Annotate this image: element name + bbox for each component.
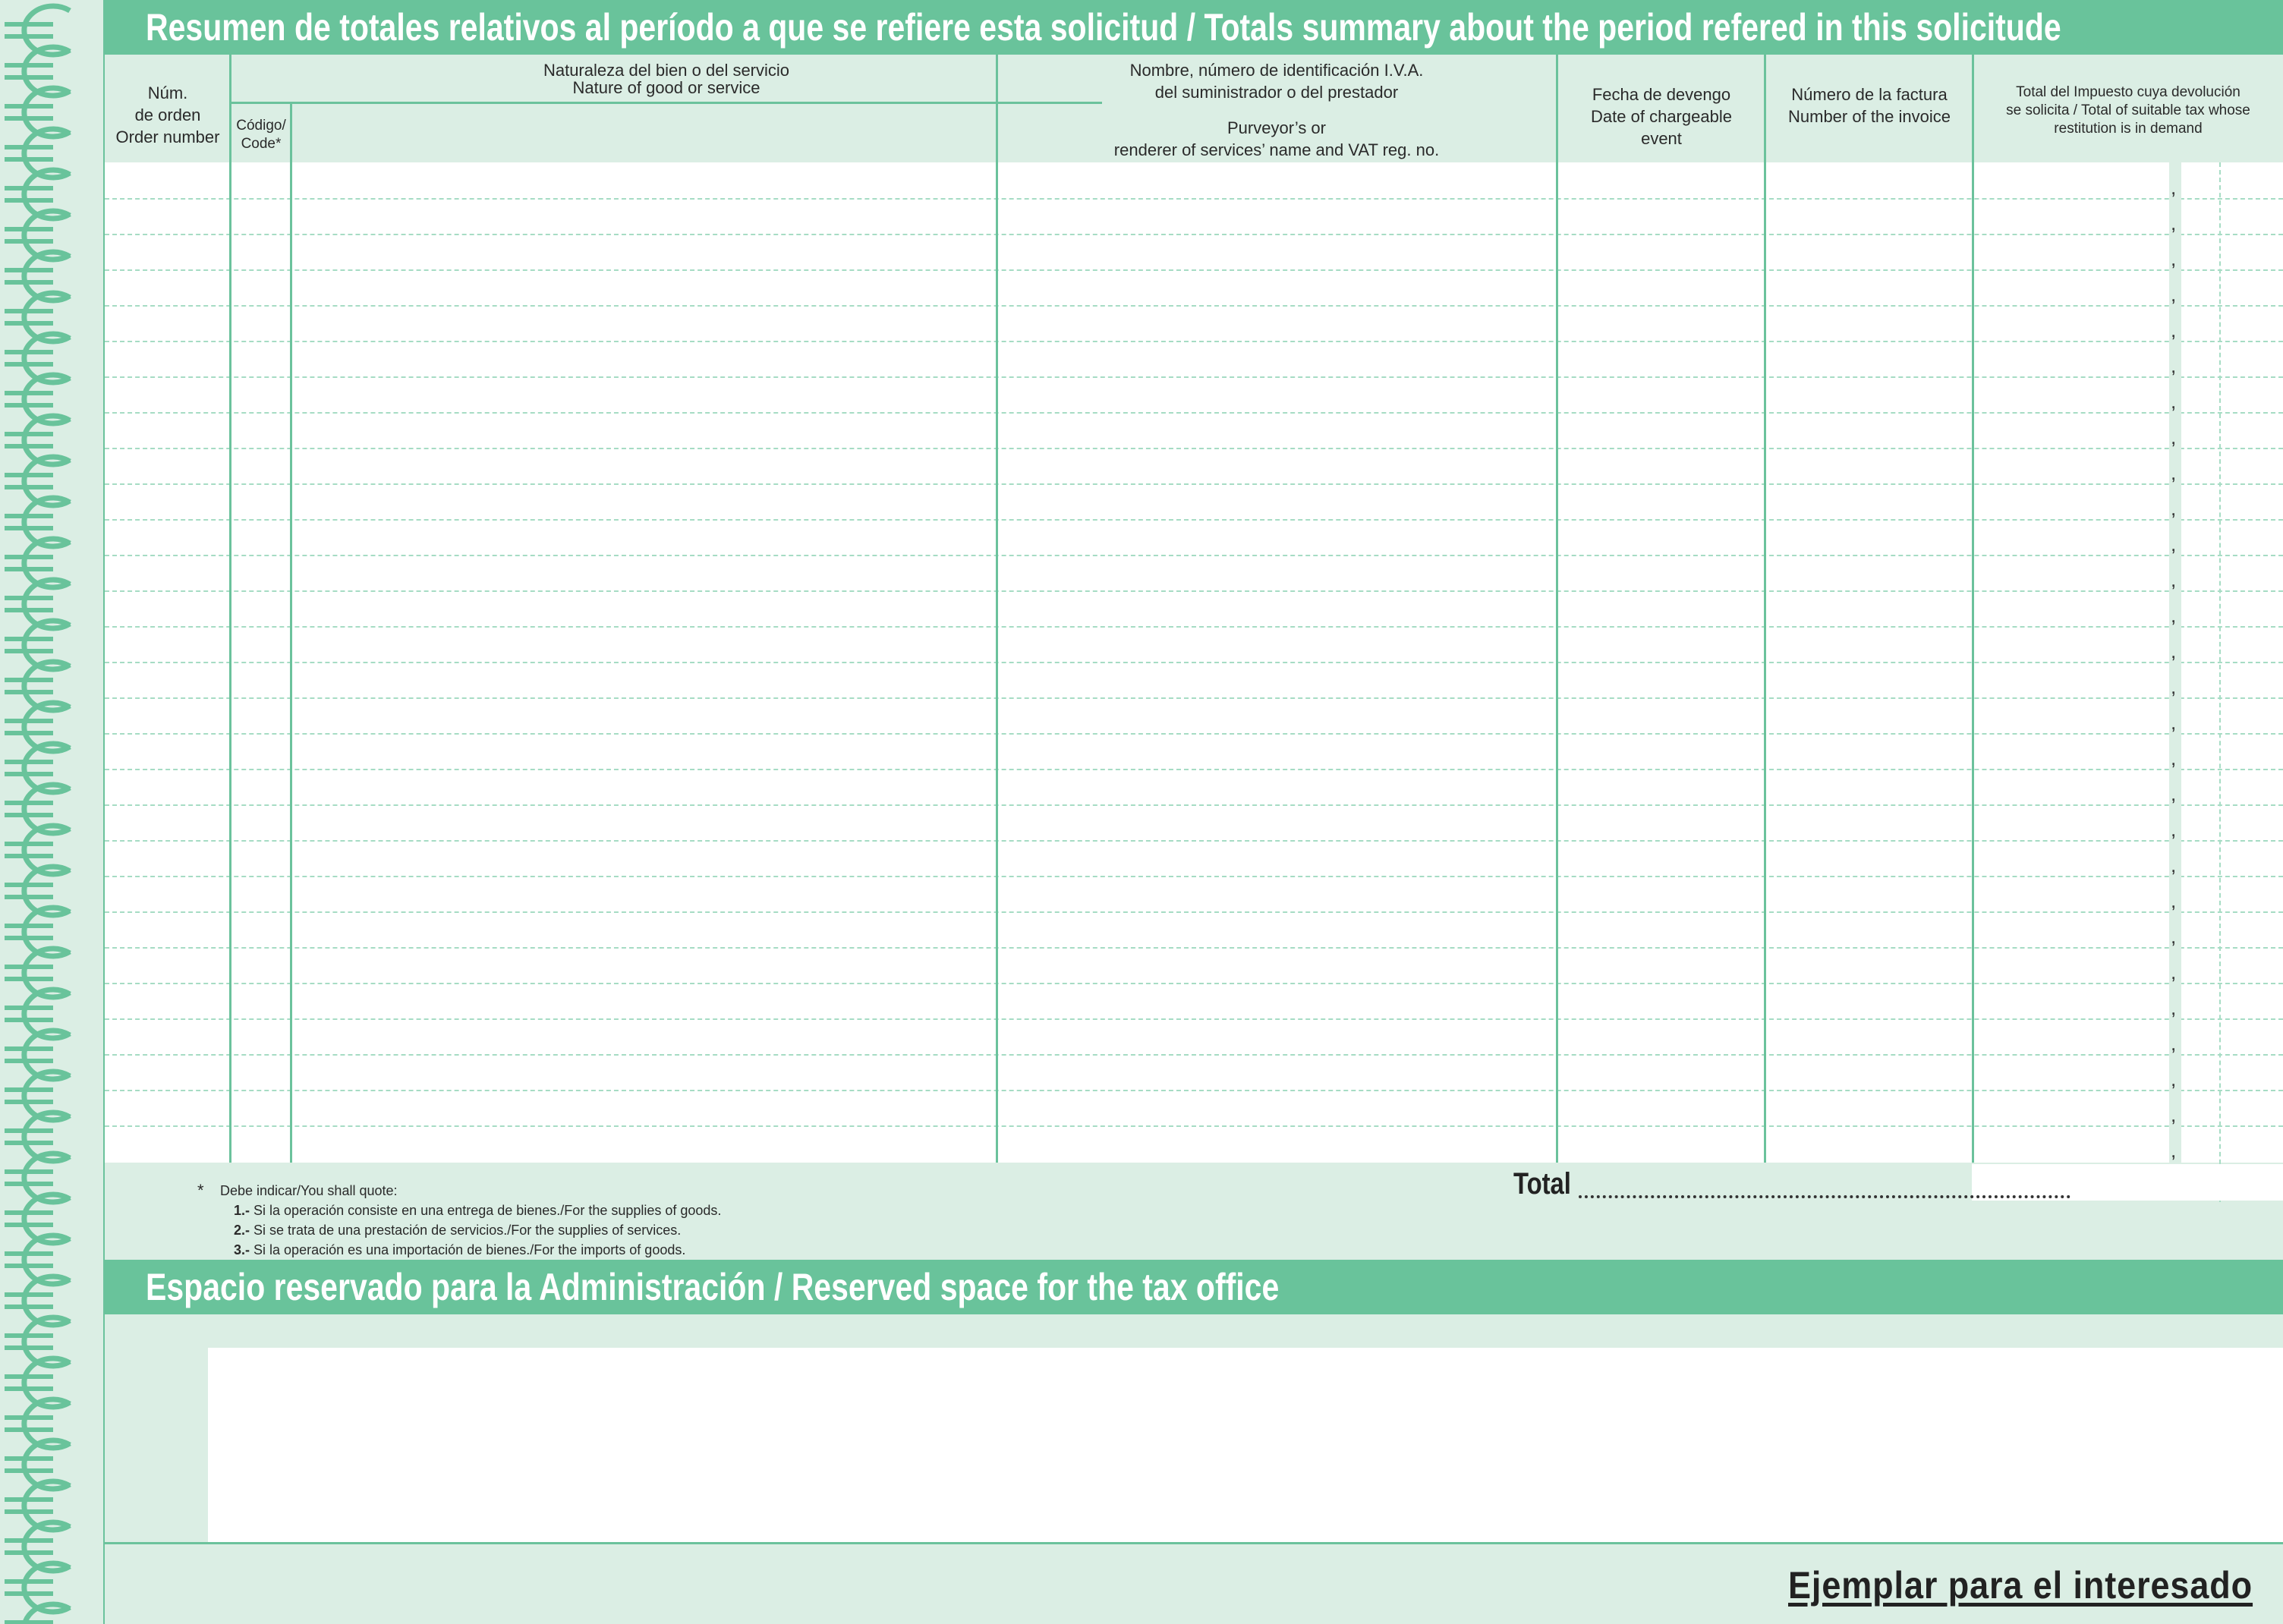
- decimal-comma: ,: [2171, 1032, 2177, 1055]
- decimal-comma: ,: [2171, 711, 2177, 734]
- table-row[interactable]: [105, 840, 2283, 842]
- table-row[interactable]: [105, 1018, 2283, 1020]
- table-row[interactable]: [105, 448, 2283, 449]
- decimal-comma: ,: [2171, 818, 2177, 841]
- summary-title-band: Resumen de totales relativos al período …: [105, 0, 2283, 55]
- table-row[interactable]: [105, 769, 2283, 770]
- summary-title: Resumen de totales relativos al período …: [146, 6, 2061, 49]
- decimal-comma: ,: [2171, 604, 2177, 627]
- decimal-comma: ,: [2171, 925, 2177, 948]
- total-label: Total: [1513, 1167, 1571, 1201]
- footnote-item: 1.- Si la operación consiste en una entr…: [234, 1203, 722, 1218]
- table-row[interactable]: [105, 483, 2283, 485]
- footnotes: * Debe indicar/You shall quote: 1.- Si l…: [197, 1181, 722, 1260]
- col-date-header: Fecha de devengo Date of chargeable even…: [1591, 85, 1732, 148]
- decimal-comma: ,: [2171, 782, 2177, 805]
- table-row[interactable]: [105, 947, 2283, 949]
- table-row[interactable]: [105, 1125, 2283, 1127]
- table-row[interactable]: [105, 376, 2283, 378]
- decimal-comma: ,: [2171, 889, 2177, 912]
- total-leader-dots: [1579, 1195, 2070, 1198]
- table-row[interactable]: [105, 519, 2283, 521]
- decimal-comma: ,: [2171, 961, 2177, 984]
- col-divider: [1556, 55, 1558, 1163]
- copy-label: Ejemplar para el interesado: [1787, 1564, 2253, 1607]
- decimal-comma: ,: [2171, 212, 2177, 234]
- reserved-title: Espacio reservado para la Administración…: [146, 1266, 1280, 1308]
- table-body: [105, 162, 2283, 1163]
- decimal-comma: ,: [2171, 854, 2177, 877]
- form-page: Resumen de totales relativos al período …: [105, 0, 2283, 1624]
- col-supplier-header: Nombre, número de identificación I.V.A. …: [1113, 61, 1440, 159]
- table-row[interactable]: [105, 341, 2283, 342]
- reserved-title-band: Espacio reservado para la Administración…: [105, 1260, 2283, 1314]
- col-code-header: Código/ Code*: [236, 118, 286, 152]
- col-divider: [1764, 55, 1766, 1163]
- table-row[interactable]: [105, 911, 2283, 913]
- col-divider: [229, 55, 231, 1163]
- decimal-comma: ,: [2171, 1103, 2177, 1126]
- col-divider: [2219, 162, 2221, 1202]
- table-row[interactable]: [105, 626, 2283, 628]
- decimal-comma: ,: [2171, 247, 2177, 270]
- col-divider: [290, 102, 292, 1163]
- col-invoice-header: Número de la factura Number of the invoi…: [1788, 85, 1951, 126]
- decimal-comma: ,: [2171, 390, 2177, 413]
- decimal-comma: ,: [2171, 533, 2177, 555]
- decimal-comma: ,: [2171, 497, 2177, 520]
- decimal-comma: ,: [2171, 1068, 2177, 1091]
- table-row[interactable]: [105, 555, 2283, 556]
- table-row[interactable]: [105, 269, 2283, 271]
- table-row[interactable]: [105, 733, 2283, 735]
- col-total-header: Total del Impuesto cuya devolución se so…: [2006, 84, 2250, 137]
- decimal-comma: ,: [2171, 354, 2177, 377]
- footnote-item: 3.- Si la operación es una importación d…: [234, 1242, 686, 1257]
- decimal-comma: ,: [2171, 640, 2177, 663]
- table-row[interactable]: [105, 590, 2283, 592]
- table-row[interactable]: [105, 662, 2283, 663]
- decimal-comma: ,: [2171, 675, 2177, 698]
- decimal-comma: ,: [2171, 1139, 2177, 1162]
- decimal-comma: ,: [2171, 319, 2177, 341]
- bottom-divider: [105, 1542, 2283, 1544]
- col-divider: [1972, 55, 1974, 1163]
- decimal-comma: ,: [2171, 747, 2177, 770]
- decimal-comma: ,: [2171, 996, 2177, 1019]
- decimal-comma: ,: [2171, 426, 2177, 448]
- table-row[interactable]: [105, 412, 2283, 414]
- col-nature-header: Naturaleza del bien o del servicio Natur…: [543, 61, 790, 97]
- euro-strip: [0, 0, 105, 1624]
- footnote-item: 2.- Si se trata de una prestación de ser…: [234, 1223, 682, 1238]
- table-row[interactable]: [105, 1090, 2283, 1091]
- decimal-comma: ,: [2171, 568, 2177, 591]
- table-row[interactable]: [105, 983, 2283, 984]
- header-divider: [231, 102, 1102, 104]
- decimal-comma: ,: [2171, 461, 2177, 484]
- table-row[interactable]: [105, 1054, 2283, 1056]
- col-order-header: Núm. de orden Order number: [115, 83, 220, 146]
- table-row[interactable]: [105, 198, 2283, 200]
- table-row[interactable]: [105, 305, 2283, 307]
- reserved-space-field[interactable]: [208, 1348, 2283, 1542]
- decimal-comma: ,: [2171, 283, 2177, 306]
- decimal-comma: ,: [2171, 176, 2177, 199]
- col-divider: [996, 55, 998, 1163]
- table-row[interactable]: [105, 804, 2283, 806]
- euro-pattern: [5, 3, 71, 1624]
- table-row[interactable]: [105, 876, 2283, 877]
- table-row[interactable]: [105, 234, 2283, 235]
- table-row[interactable]: [105, 697, 2283, 699]
